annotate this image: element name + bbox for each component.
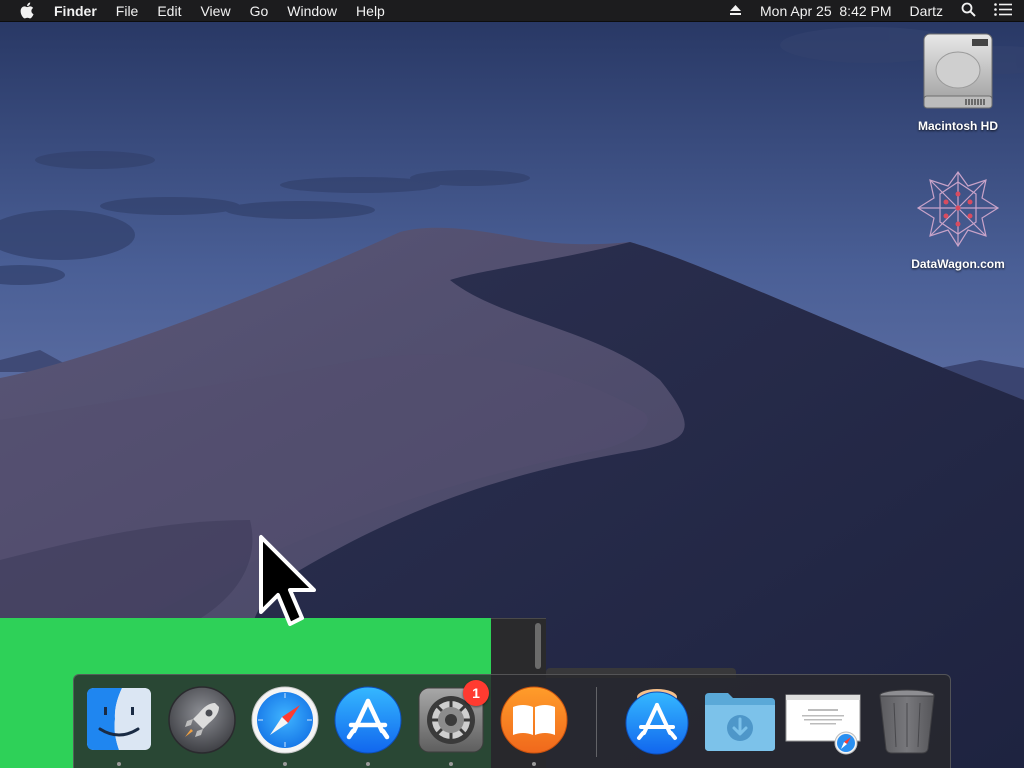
dock-item-launchpad[interactable]: [167, 685, 237, 755]
menu-go[interactable]: Go: [250, 3, 269, 19]
safari-compass-icon: [251, 686, 319, 754]
spotlight-search-icon[interactable]: [961, 2, 976, 20]
mouse-cursor-icon: [259, 535, 316, 626]
desktop-icon-label: Macintosh HD: [917, 119, 998, 133]
menu-file[interactable]: File: [116, 3, 139, 19]
eject-icon[interactable]: [729, 3, 742, 19]
dock-item-downloads[interactable]: [702, 685, 775, 755]
dock-item-app-store[interactable]: [333, 685, 403, 755]
menu-app-name[interactable]: Finder: [54, 3, 97, 19]
desktop-icon-label: DataWagon.com: [911, 257, 1005, 271]
dock-separator: [596, 687, 597, 757]
finder-icon: [87, 688, 151, 750]
desktop-icon-macintosh-hd[interactable]: Macintosh HD: [903, 32, 1013, 133]
menu-user-name[interactable]: Dartz: [910, 3, 943, 19]
dock-item-safari[interactable]: [250, 685, 320, 755]
downloads-folder-icon: [705, 693, 775, 751]
notification-center-icon[interactable]: [994, 3, 1012, 19]
app-store-icon: [334, 686, 402, 754]
apple-icon[interactable]: [18, 2, 36, 20]
trash-icon: [879, 689, 935, 754]
dock-item-trash[interactable]: [872, 685, 942, 755]
hard-drive-icon: [923, 33, 993, 109]
menu-window[interactable]: Window: [287, 3, 337, 19]
menu-help[interactable]: Help: [356, 3, 385, 19]
menu-view[interactable]: View: [200, 3, 230, 19]
notification-badge: 1: [463, 680, 489, 706]
scrollbar-thumb[interactable]: [535, 623, 541, 669]
running-indicator: [366, 762, 370, 766]
dock-item-books[interactable]: [499, 685, 569, 755]
desktop-icon-datawagon[interactable]: DataWagon.com: [903, 170, 1013, 271]
dock-item-safari-window[interactable]: [784, 685, 862, 755]
launchpad-rocket-icon: [168, 686, 236, 754]
menu-clock[interactable]: Mon Apr 25 8:42 PM: [760, 3, 892, 19]
dock-item-finder[interactable]: [84, 685, 154, 755]
menu-bar-status-area: Mon Apr 25 8:42 PM Dartz: [729, 0, 1024, 22]
app-store-download-icon: [625, 689, 689, 755]
dock-item-system-preferences[interactable]: 1: [416, 680, 489, 755]
menu-bar: Finder File Edit View Go Window Help Mon…: [0, 0, 1024, 22]
menu-edit[interactable]: Edit: [157, 3, 181, 19]
books-icon: [500, 686, 568, 754]
dock-item-app-store-download[interactable]: [622, 685, 692, 755]
running-indicator: [283, 762, 287, 766]
safari-window-thumbnail-icon: [785, 694, 861, 755]
running-indicator: [449, 762, 453, 766]
network-volume-icon: [916, 170, 1000, 248]
running-indicator: [117, 762, 121, 766]
running-indicator: [532, 762, 536, 766]
dock: 1: [73, 674, 951, 768]
